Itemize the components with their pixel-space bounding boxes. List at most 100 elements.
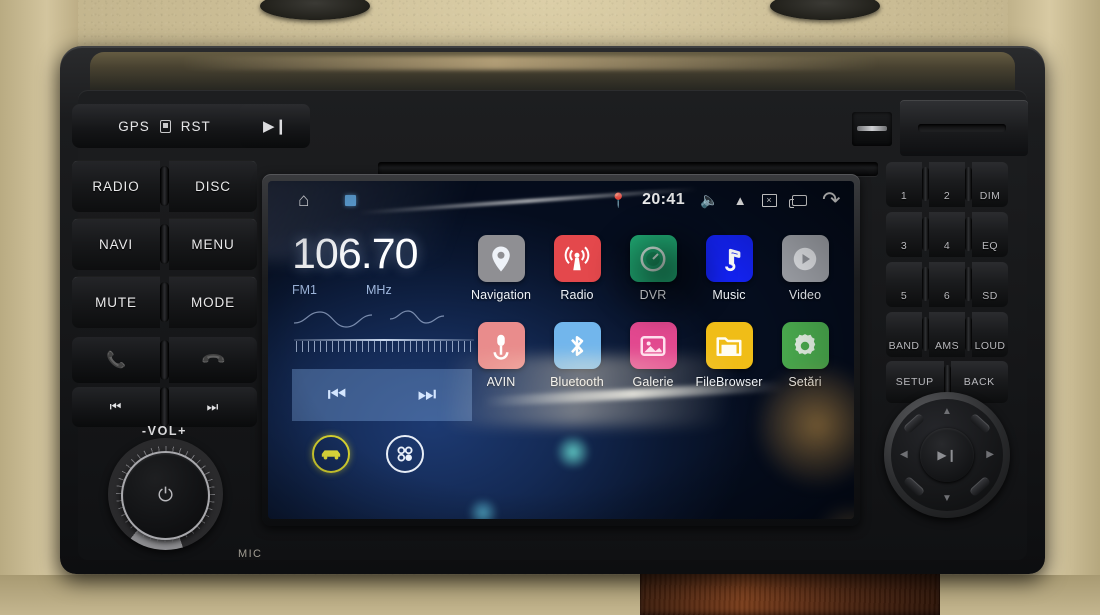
call-answer-button[interactable]: 📞	[72, 337, 160, 383]
eject-slot[interactable]	[900, 100, 1028, 156]
navi-button[interactable]: NAVI	[72, 218, 160, 270]
back-icon[interactable]: ↶	[822, 187, 840, 212]
dpad-up-icon[interactable]: ▲	[942, 406, 952, 417]
app-label: Setări	[788, 375, 822, 389]
app-label: Bluetooth	[550, 375, 604, 389]
radio-waves-icon	[564, 246, 590, 270]
left-button-cluster: RADIO DISC NAVI MENU MUTE MODE	[72, 158, 257, 332]
app-label: DVR	[639, 288, 667, 302]
gear-icon	[794, 333, 816, 355]
key-ams[interactable]: AMS	[929, 311, 965, 357]
glass-blue-reflection	[553, 436, 593, 468]
key-divider	[965, 167, 972, 201]
mute-button[interactable]: MUTE	[72, 276, 160, 328]
app-dvr[interactable]: DVR	[615, 235, 691, 302]
mode-button[interactable]: MODE	[169, 276, 257, 328]
call-button-row: 📞 📞	[72, 336, 257, 384]
dpad-left-icon[interactable]: ◀	[900, 449, 908, 460]
dpad-center-button[interactable]: ▶❙	[920, 428, 974, 482]
app-filebrowser[interactable]: FileBrowser	[691, 322, 767, 389]
radio-frequency-sub: FM1 MHz	[292, 283, 492, 297]
camera-gauge-icon	[640, 246, 666, 271]
app-row-1: Navigation Radio DVR Music Video	[463, 235, 843, 302]
key-divider	[922, 217, 929, 251]
volume-icon[interactable]: 🔈	[700, 193, 719, 208]
app-video[interactable]: Video	[767, 235, 843, 302]
play-pause-icon: ▶❙	[937, 448, 957, 462]
waveform-icon	[294, 310, 445, 328]
radio-band: FM1	[292, 283, 317, 297]
key-2[interactable]: 2	[929, 161, 965, 207]
app-label: Radio	[560, 288, 594, 302]
key-3[interactable]: 3	[886, 211, 922, 257]
app-setari[interactable]: Setări	[767, 322, 843, 389]
touchscreen[interactable]: ⌂ 📍 20:41 🔈 ▲ × ↶ 106.70 FM1 MHz ⏮ ⏭ Nav…	[268, 181, 854, 519]
app-tile	[553, 322, 601, 369]
home-icon[interactable]: ⌂	[298, 191, 309, 210]
app-navigation[interactable]: Navigation	[463, 235, 539, 302]
app-galerie[interactable]: Galerie	[615, 322, 691, 389]
menu-button[interactable]: MENU	[169, 218, 257, 270]
power-button[interactable]: ⏻	[121, 451, 210, 540]
dpad-control[interactable]: ▲ ▼ ◀ ▶ ▶❙	[884, 392, 1010, 518]
key-sd[interactable]: SD	[972, 261, 1008, 307]
app-drawer-icon	[397, 446, 413, 462]
app-label: Galerie	[632, 375, 674, 389]
clock: 20:41	[642, 191, 685, 208]
close-icon[interactable]: ×	[761, 193, 777, 207]
status-bar-right: 📍 20:41 🔈 ▲ × ↶	[610, 187, 840, 212]
next-station-button[interactable]: ⏭	[418, 383, 437, 407]
photo-icon	[640, 335, 666, 356]
key-divider	[922, 167, 929, 201]
key-dim[interactable]: DIM	[972, 161, 1008, 207]
key-loud[interactable]: LOUD	[972, 311, 1008, 357]
radio-unit: MHz	[366, 283, 392, 297]
dpad-down-icon[interactable]: ▼	[942, 493, 952, 504]
key-band[interactable]: BAND	[886, 311, 922, 357]
disc-button[interactable]: DISC	[169, 160, 257, 212]
previous-track-button[interactable]: ⏮	[72, 387, 160, 427]
volume-label: -VOL+	[141, 424, 188, 438]
eject-icon[interactable]: ▲	[734, 194, 747, 207]
status-bar: ⌂ 📍 20:41 🔈 ▲ × ↶	[268, 181, 854, 219]
button-row-radio-disc: RADIO DISC	[72, 158, 257, 214]
play-pause-hardware-button[interactable]: ▶❙	[240, 104, 310, 148]
button-row-navi-menu: NAVI MENU	[72, 216, 257, 272]
next-track-button[interactable]: ⏭	[169, 387, 257, 427]
car-mode-button[interactable]	[312, 435, 350, 473]
app-tile	[553, 235, 601, 282]
previous-station-button[interactable]: ⏮	[328, 383, 347, 407]
volume-knob[interactable]: ⏻	[108, 438, 223, 550]
app-row-2: AVIN Bluetooth Galerie FileBrowser Setăr…	[463, 322, 843, 389]
screenshot-root: GPS RST ▶❙ RADIO DISC NAVI MENU MUTE MOD…	[0, 0, 1100, 615]
key-eq[interactable]: EQ	[972, 211, 1008, 257]
app-radio[interactable]: Radio	[539, 235, 615, 302]
gps-rst-button-row[interactable]: GPS RST	[72, 104, 257, 148]
sd-card-slot[interactable]	[852, 112, 892, 146]
call-end-button[interactable]: 📞	[169, 337, 257, 383]
key-4[interactable]: 4	[929, 211, 965, 257]
folder-icon	[716, 336, 742, 356]
dpad-right-icon[interactable]: ▶	[986, 449, 994, 460]
rst-button-label[interactable]: RST	[181, 119, 211, 134]
gps-button-label[interactable]: GPS	[118, 119, 150, 134]
app-bluetooth[interactable]: Bluetooth	[539, 322, 615, 389]
app-label: FileBrowser	[695, 375, 763, 389]
radio-button[interactable]: RADIO	[72, 160, 160, 212]
app-drawer-button[interactable]	[386, 435, 424, 473]
music-note-icon	[725, 248, 741, 271]
key-divider	[922, 267, 929, 301]
app-avin[interactable]: AVIN	[463, 322, 539, 389]
app-tile	[477, 235, 525, 282]
key-5[interactable]: 5	[886, 261, 922, 307]
key-6[interactable]: 6	[929, 261, 965, 307]
app-music[interactable]: Music	[691, 235, 767, 302]
glass-blue-reflection-2	[466, 499, 500, 519]
right-keypad: 1 2 DIM 3 4 EQ 5 6 SD BAND AMS LOUD SETU…	[886, 160, 1008, 404]
bluetooth-icon	[571, 335, 584, 356]
recents-icon[interactable]	[788, 194, 807, 208]
call-end-icon: 📞	[199, 346, 226, 373]
play-pause-icon: ▶❙	[262, 118, 288, 135]
key-1[interactable]: 1	[886, 161, 922, 207]
notification-dot-icon	[345, 194, 357, 206]
